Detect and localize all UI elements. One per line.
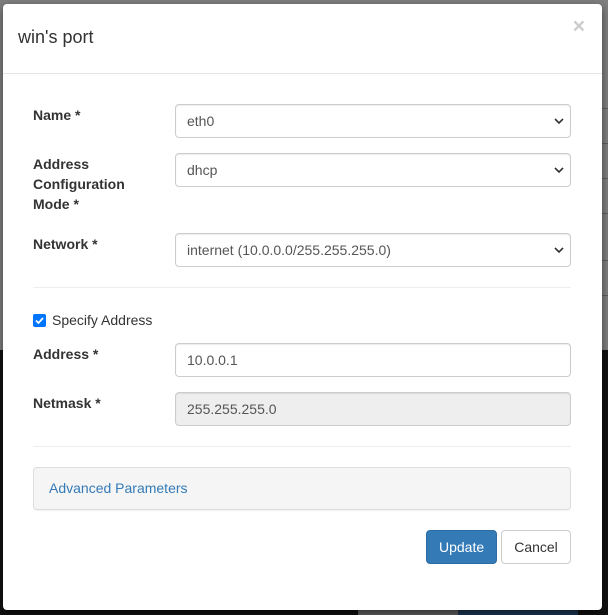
netmask-input-value: 255.255.255.0 <box>187 401 277 417</box>
address-label: Address * <box>33 346 99 362</box>
specify-address-row[interactable]: Specify Address <box>33 310 152 330</box>
modal-header: win's port × <box>3 4 602 74</box>
name-select[interactable]: eth0 <box>175 104 571 138</box>
checkmark-icon <box>35 316 44 324</box>
chevron-down-icon <box>554 118 564 125</box>
name-select-value: eth0 <box>187 113 215 129</box>
chevron-down-icon <box>554 167 564 174</box>
name-label: Name * <box>33 107 81 123</box>
network-label: Network * <box>33 236 98 252</box>
address-row: Address * 10.0.0.1 <box>33 343 571 377</box>
address-mode-select-value: dhcp <box>187 162 218 178</box>
section-divider <box>33 287 571 288</box>
section-divider <box>33 446 571 447</box>
netmask-input[interactable]: 255.255.255.0 <box>175 392 571 426</box>
specify-address-label: Specify Address <box>52 312 153 328</box>
network-select-value: internet (10.0.0.0/255.255.255.0) <box>187 242 391 258</box>
address-mode-select[interactable]: dhcp <box>175 153 571 187</box>
address-input-value: 10.0.0.1 <box>187 352 238 368</box>
address-input[interactable]: 10.0.0.1 <box>175 343 571 377</box>
cancel-button[interactable]: Cancel <box>501 530 571 564</box>
advanced-parameters-panel: Advanced Parameters <box>33 467 571 510</box>
network-select[interactable]: internet (10.0.0.0/255.255.255.0) <box>175 233 571 267</box>
netmask-row: Netmask * 255.255.255.0 <box>33 392 571 426</box>
modal-title: win's port <box>18 27 94 47</box>
network-row: Network * internet (10.0.0.0/255.255.255… <box>33 233 571 267</box>
close-button[interactable]: × <box>573 16 585 37</box>
address-mode-row: Address Configuration Mode * dhcp <box>33 153 571 213</box>
specify-address-checkbox[interactable] <box>33 313 46 327</box>
advanced-parameters-link[interactable]: Advanced Parameters <box>49 480 188 496</box>
update-button[interactable]: Update <box>426 530 497 564</box>
netmask-label: Netmask * <box>33 395 101 411</box>
edit-port-modal: win's port × Name * eth0 Address Configu… <box>3 4 602 610</box>
address-mode-label: Address Configuration Mode * <box>33 156 125 212</box>
chevron-down-icon <box>554 247 564 254</box>
name-row: Name * eth0 <box>33 104 571 138</box>
